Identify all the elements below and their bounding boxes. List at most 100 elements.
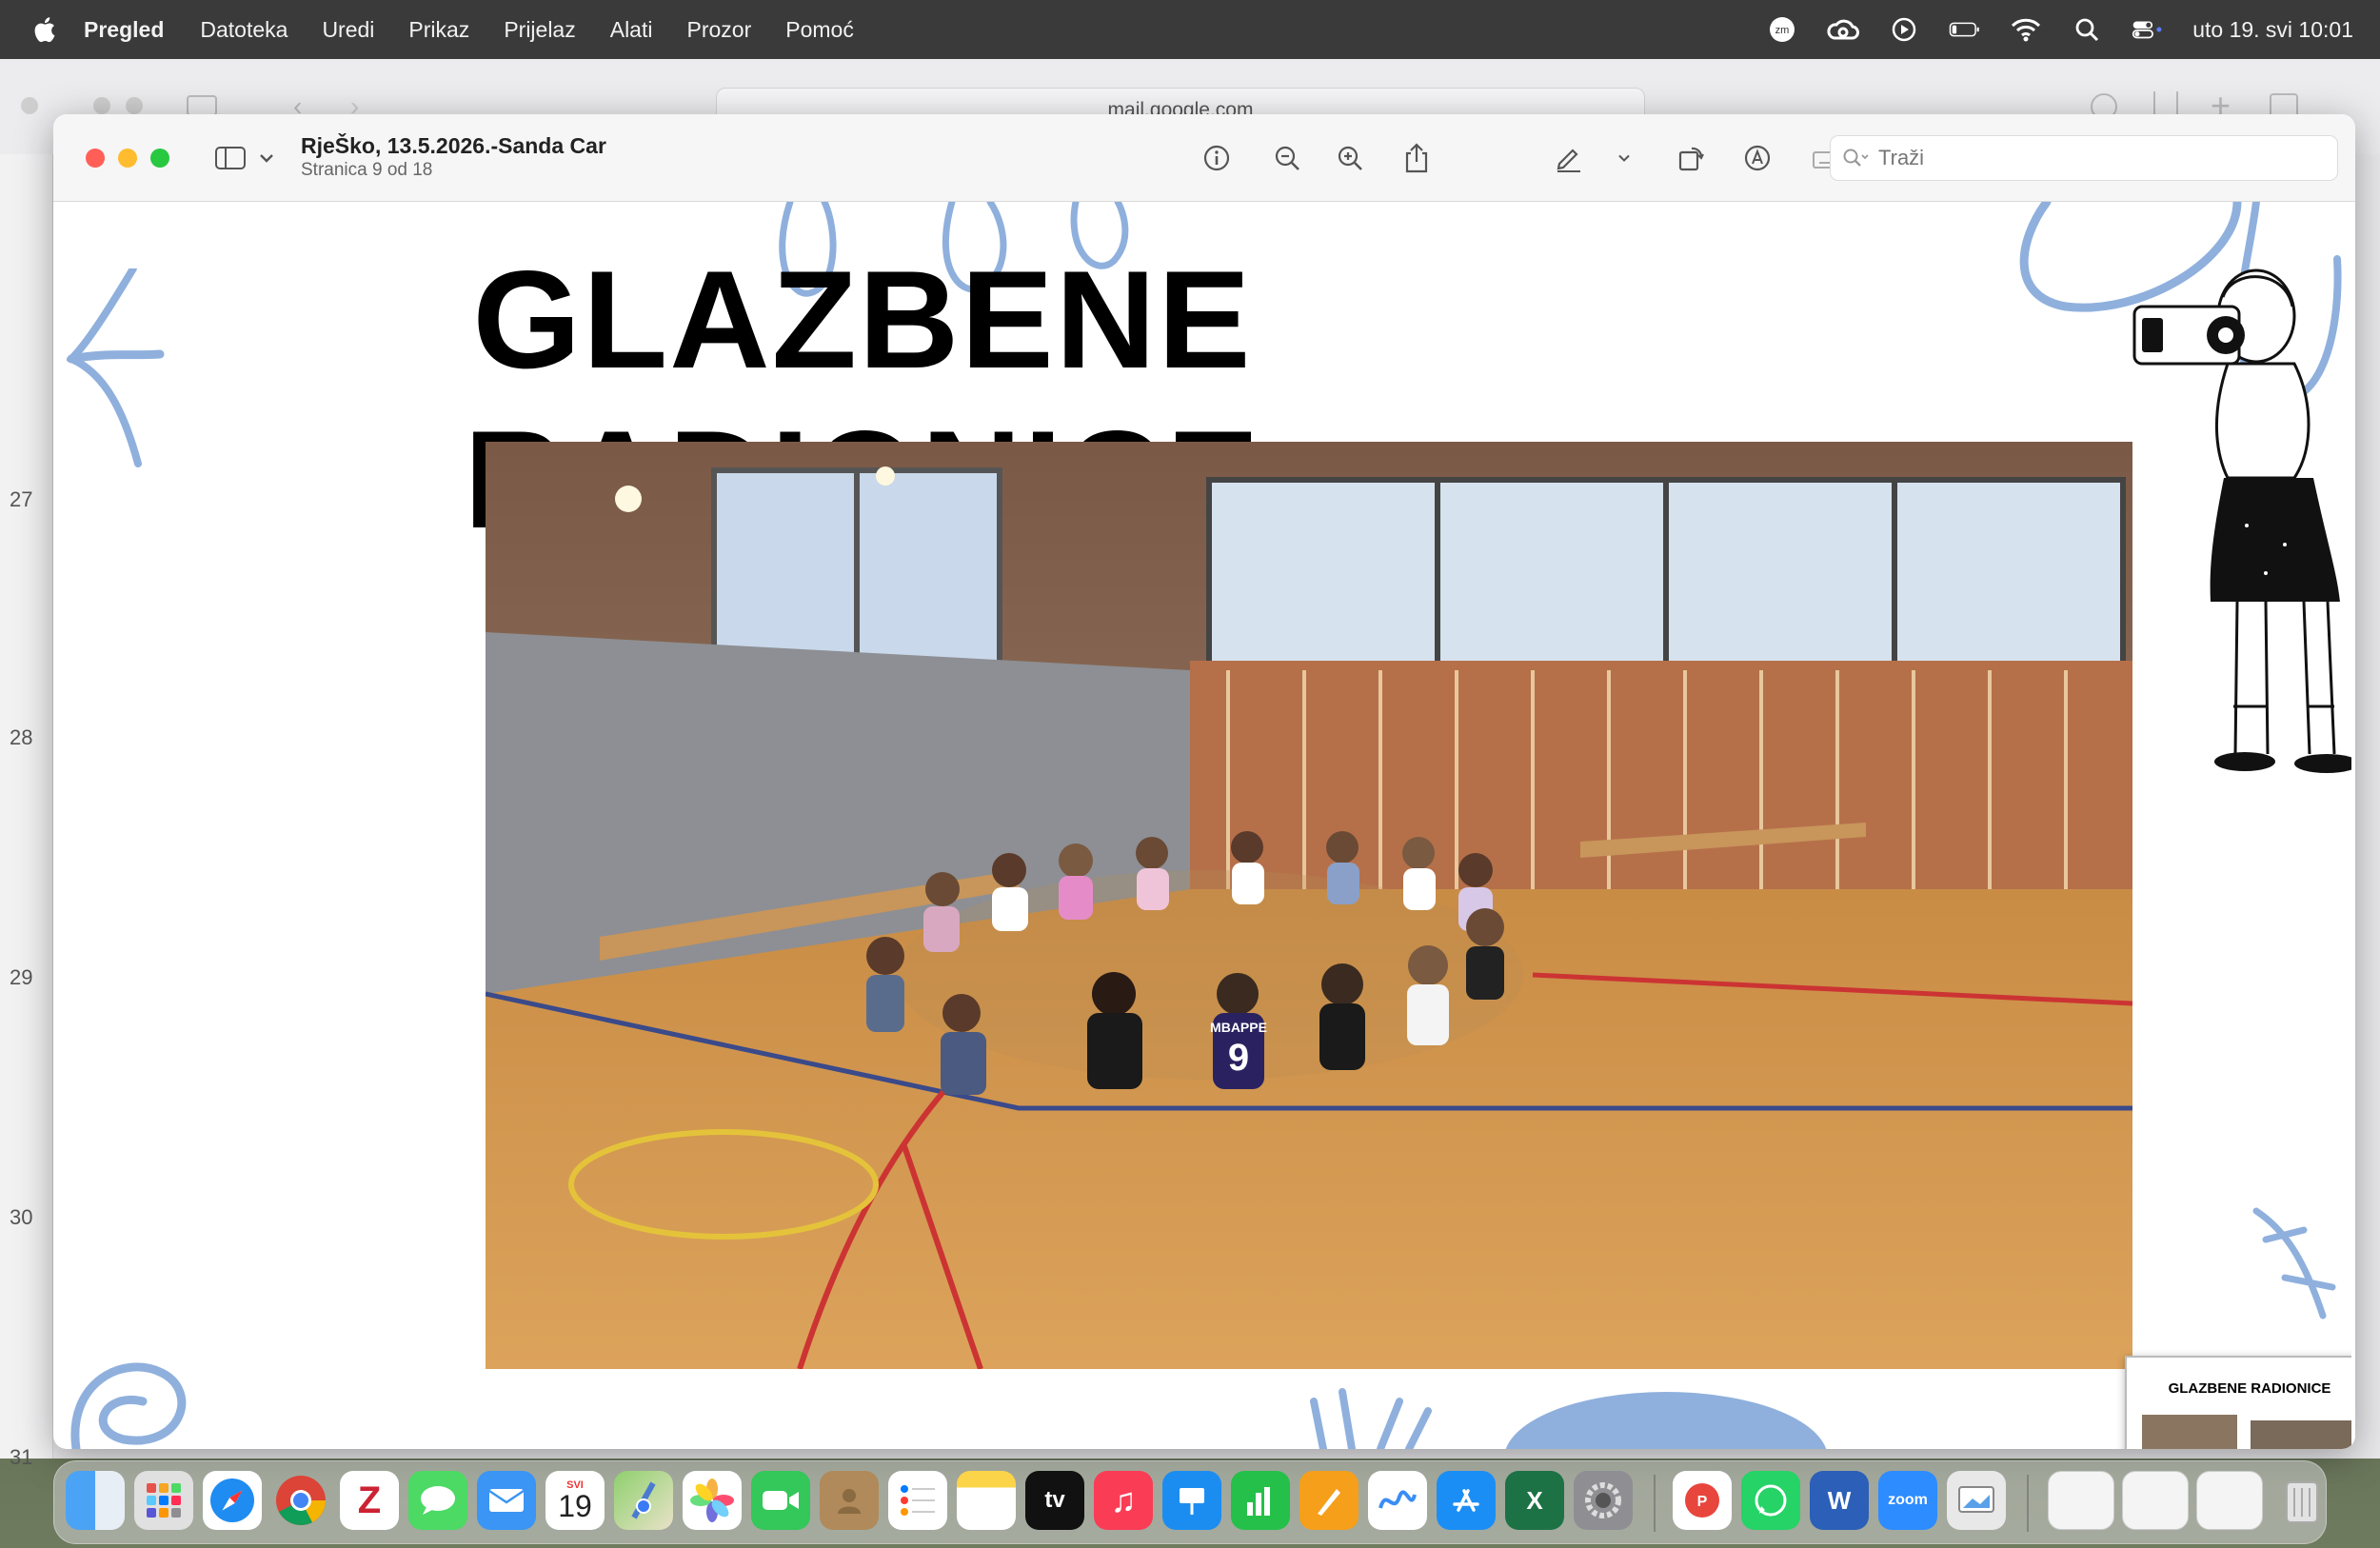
wifi-icon[interactable] [2010,15,2042,44]
bg-minimize-button[interactable] [93,97,110,114]
apple-icon[interactable] [30,15,57,44]
zoom-in-icon[interactable] [1333,141,1367,175]
now-playing-icon[interactable] [1888,15,1920,44]
background-sidebar: 27 28 29 30 31 [0,154,53,1469]
sidebar-toggle-icon[interactable] [213,141,248,175]
info-icon[interactable] [1200,141,1234,175]
bg-sidebar-icon[interactable] [187,95,217,116]
search-input[interactable] [1878,146,2259,170]
page-thumbnail[interactable]: GLAZBENE RADIONICE [2125,1356,2351,1449]
photos-icon[interactable] [683,1471,742,1530]
bg-close-button[interactable] [21,97,38,114]
menu-datoteka[interactable]: Datoteka [200,17,288,43]
notes-icon[interactable] [957,1471,1016,1530]
girl-with-camera-illustration [2132,268,2351,773]
search-icon [1843,149,1869,167]
numbers-icon[interactable] [1231,1471,1290,1530]
preview-app-icon[interactable] [1947,1471,2006,1530]
freeform-icon[interactable] [1368,1471,1427,1530]
excel-icon[interactable]: X [1505,1471,1564,1530]
search-field[interactable] [1830,135,2338,181]
pdf-page: GLAZBENE RADIONICE [67,202,2351,1449]
jersey-number: 9 [1228,1037,1249,1079]
document-title: RjeŠko, 13.5.2026.-Sanda Car [301,133,606,158]
markup-chevron-down-icon[interactable] [1607,141,1641,175]
menu-prijelaz[interactable]: Prijelaz [504,17,575,43]
dock-separator [1654,1475,1656,1532]
mail-icon[interactable] [477,1471,536,1530]
thumbnail-image-right [2251,1420,2351,1449]
menu-alati[interactable]: Alati [610,17,653,43]
menu-bar: Pregled Datoteka Uredi Prikaz Prijelaz A… [0,0,2380,59]
close-button[interactable] [86,149,105,168]
app-store-icon[interactable] [1437,1471,1496,1530]
menu-prozor[interactable]: Prozor [686,17,751,43]
share-icon[interactable] [1399,141,1434,175]
menu-prikaz[interactable]: Prikaz [408,17,469,43]
control-center-icon[interactable] [2132,15,2164,44]
tv-label: tv [1044,1487,1065,1513]
messages-icon[interactable] [408,1471,467,1530]
zotero-icon[interactable]: Z [340,1471,399,1530]
contacts-icon[interactable] [820,1471,879,1530]
sidebar-number: 31 [10,1445,33,1469]
minimized-window-thumbnail[interactable] [2048,1471,2114,1530]
chevron-down-icon[interactable] [249,141,284,175]
bg-zoom-button[interactable] [126,97,143,114]
preview-window: RjeŠko, 13.5.2026.-Sanda Car Stranica 9 … [53,114,2355,1449]
keynote-icon[interactable] [1162,1471,1221,1530]
pages-icon[interactable] [1299,1471,1359,1530]
whatsapp-icon[interactable] [1741,1471,1800,1530]
menu-uredi[interactable]: Uredi [322,17,374,43]
safari-icon[interactable] [203,1471,262,1530]
minimized-window-thumbnail[interactable] [2122,1471,2189,1530]
sidebar-number: 29 [10,965,33,989]
menubar-clock[interactable]: uto 19. svi 10:01 [2192,17,2353,43]
preview-toolbar: RjeŠko, 13.5.2026.-Sanda Car Stranica 9 … [53,114,2355,202]
calendar-icon[interactable]: SVI 19 [545,1471,605,1530]
thumbnail-image-left [2142,1415,2237,1449]
markup-pen-icon[interactable] [1552,141,1586,175]
scribble-doodle-bottom [1310,1388,1827,1449]
menu-pomoc[interactable]: Pomoć [785,17,854,43]
calendar-day: 19 [558,1489,592,1523]
maps-icon[interactable] [614,1471,673,1530]
zoom-button[interactable] [150,149,169,168]
launchpad-icon[interactable] [134,1471,193,1530]
dock-separator [2027,1475,2029,1532]
thumbnail-title: GLAZBENE RADIONICE [2168,1380,2331,1397]
sidebar-number: 30 [10,1205,33,1229]
sidebar-number: 28 [10,725,33,749]
reminders-icon[interactable] [888,1471,947,1530]
slide-photo-children-in-gym: MBAPPE 9 [486,442,2132,1369]
sidebar-number: 27 [10,487,33,511]
zoom-label: zoom [1888,1492,1928,1508]
finder-icon[interactable] [66,1471,125,1530]
chrome-icon[interactable] [271,1471,330,1530]
menu-app-name[interactable]: Pregled [84,17,164,43]
svg-text:P: P [1697,1494,1708,1510]
scribble-doodle-bottom-left [70,1362,187,1449]
apple-tv-icon[interactable]: tv [1025,1471,1084,1530]
minimized-window-thumbnail[interactable] [2196,1471,2263,1530]
minimize-button[interactable] [118,149,137,168]
rotate-icon[interactable] [1674,141,1708,175]
pdf-app-icon[interactable]: P [1673,1471,1732,1530]
music-icon[interactable]: ♫ [1094,1471,1153,1530]
annotate-icon[interactable] [1740,141,1775,175]
jersey-text: MBAPPE [1210,1020,1267,1035]
zoom-status-icon[interactable]: zm [1766,15,1798,44]
svg-text:zm: zm [1775,25,1790,36]
zoom-out-icon[interactable] [1270,141,1304,175]
word-icon[interactable]: W [1810,1471,1869,1530]
system-settings-icon[interactable] [1574,1471,1633,1530]
dock: Z SVI 19 tv ♫ X P W zoom [53,1460,2327,1544]
battery-icon[interactable] [1949,15,1981,44]
creative-cloud-icon[interactable] [1827,15,1860,44]
spotlight-search-icon[interactable] [2071,15,2103,44]
scribble-doodle-bottom-right [2252,1207,2336,1320]
zoom-app-icon[interactable]: zoom [1878,1471,1937,1530]
page-indicator: Stranica 9 od 18 [301,160,433,180]
facetime-icon[interactable] [751,1471,810,1530]
trash-icon[interactable] [2272,1471,2331,1530]
